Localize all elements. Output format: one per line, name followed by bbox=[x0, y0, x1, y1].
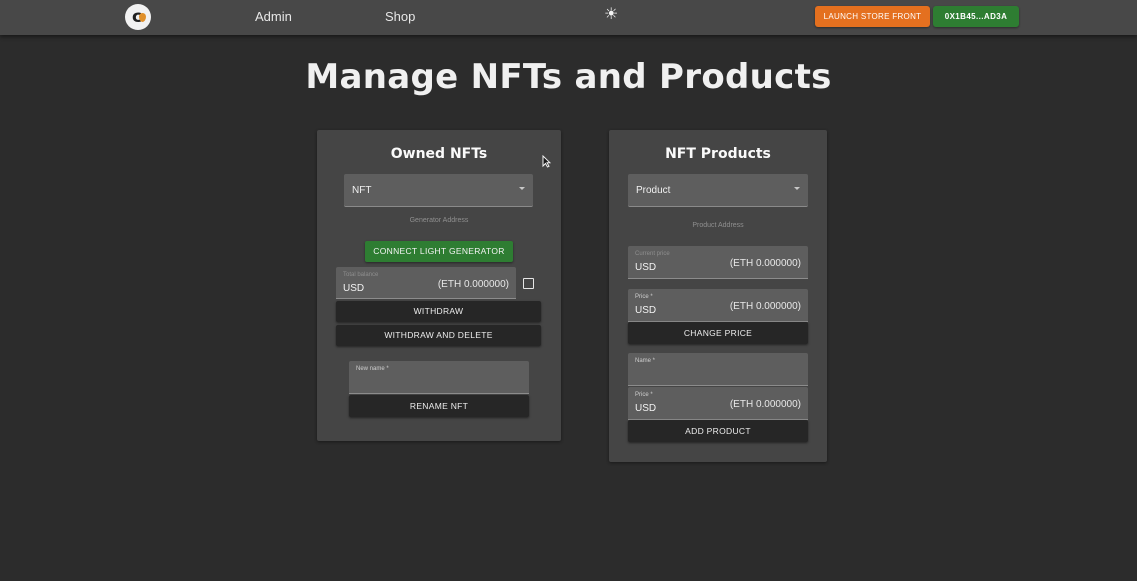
nft-select-value: NFT bbox=[352, 185, 372, 196]
top-nav-bar: c Admin Shop ☀ LAUNCH STORE FRONT 0X1B45… bbox=[0, 0, 1137, 35]
product-select[interactable]: Product bbox=[628, 174, 808, 207]
total-balance-label: Total balance bbox=[343, 272, 379, 278]
nft-select[interactable]: NFT bbox=[344, 174, 533, 207]
total-balance-field[interactable]: Total balance USD (ETH 0.000000) bbox=[336, 267, 516, 299]
total-balance-currency: USD bbox=[343, 283, 365, 294]
page-title: Manage NFTs and Products bbox=[305, 57, 832, 97]
connect-light-generator-button[interactable]: CONNECT LIGHT GENERATOR bbox=[365, 241, 513, 262]
balance-checkbox[interactable] bbox=[523, 278, 534, 289]
product-select-value: Product bbox=[636, 185, 671, 196]
owned-nfts-title: Owned NFTs bbox=[390, 146, 488, 162]
product-address-helper: Product Address bbox=[692, 222, 744, 229]
new-product-price-label: Price * bbox=[635, 392, 653, 398]
new-name-label: New name * bbox=[356, 366, 389, 372]
dropdown-arrow-icon bbox=[519, 187, 525, 190]
app-logo[interactable]: c bbox=[125, 4, 151, 30]
owned-nfts-card: Owned NFTs NFT Generator Address CONNECT… bbox=[317, 130, 561, 441]
total-balance-eth: (ETH 0.000000) bbox=[437, 279, 509, 290]
new-name-field[interactable]: New name * bbox=[349, 361, 529, 394]
nft-products-title: NFT Products bbox=[665, 146, 771, 162]
product-name-field[interactable]: Name * bbox=[628, 353, 808, 386]
nav-link-shop[interactable]: Shop bbox=[385, 9, 415, 24]
change-price-button[interactable]: CHANGE PRICE bbox=[628, 322, 808, 344]
current-price-field: Current price USD (ETH 0.000000) bbox=[628, 246, 808, 279]
current-price-currency: USD bbox=[635, 262, 657, 273]
wallet-address-button[interactable]: 0X1B45...AD3A bbox=[933, 6, 1019, 27]
price-field[interactable]: Price * USD (ETH 0.000000) bbox=[628, 289, 808, 322]
withdraw-and-delete-button[interactable]: WITHDRAW AND DELETE bbox=[336, 325, 541, 346]
nav-link-admin[interactable]: Admin bbox=[255, 9, 292, 24]
new-product-price-eth: (ETH 0.000000) bbox=[729, 399, 801, 410]
nft-products-card: NFT Products Product Product Address Cur… bbox=[609, 130, 827, 462]
mouse-cursor-icon bbox=[542, 155, 551, 168]
rename-nft-button[interactable]: RENAME NFT bbox=[349, 395, 529, 417]
dropdown-arrow-icon bbox=[794, 187, 800, 190]
price-currency: USD bbox=[635, 305, 657, 316]
withdraw-button[interactable]: WITHDRAW bbox=[336, 301, 541, 322]
generator-address-helper: Generator Address bbox=[409, 217, 469, 224]
new-product-price-field[interactable]: Price * USD (ETH 0.000000) bbox=[628, 387, 808, 420]
launch-store-front-button[interactable]: LAUNCH STORE FRONT bbox=[815, 6, 930, 27]
product-name-label: Name * bbox=[635, 358, 656, 364]
new-product-price-currency: USD bbox=[635, 403, 657, 414]
current-price-eth: (ETH 0.000000) bbox=[729, 258, 801, 269]
current-price-label: Current price bbox=[635, 251, 670, 257]
sun-icon[interactable]: ☀ bbox=[604, 7, 618, 23]
price-eth: (ETH 0.000000) bbox=[729, 301, 801, 312]
add-product-button[interactable]: ADD PRODUCT bbox=[628, 420, 808, 442]
price-label: Price * bbox=[635, 294, 653, 300]
logo-flame-icon bbox=[139, 13, 146, 22]
